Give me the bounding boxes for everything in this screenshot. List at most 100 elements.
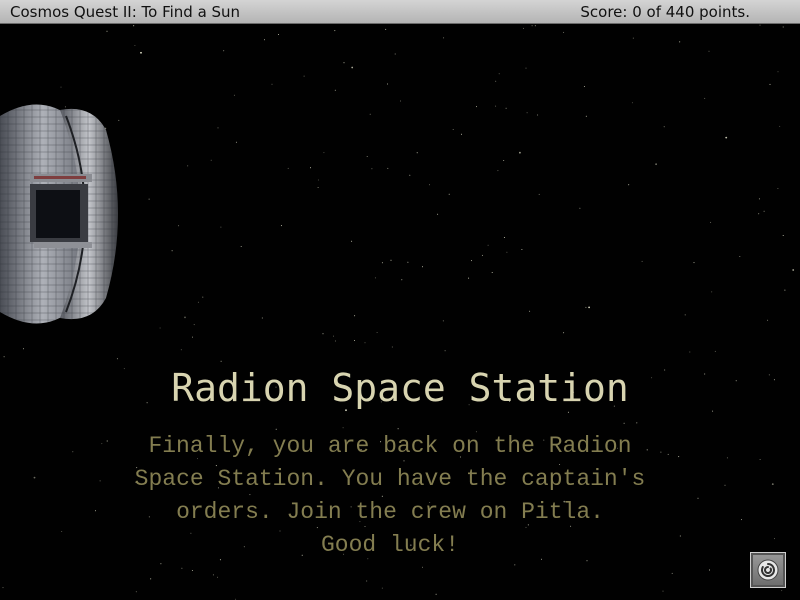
star bbox=[366, 580, 368, 582]
spiral-menu-icon bbox=[757, 559, 779, 581]
star bbox=[148, 198, 150, 200]
star bbox=[491, 272, 493, 273]
star bbox=[771, 483, 774, 485]
star bbox=[191, 570, 193, 571]
star bbox=[376, 332, 378, 333]
star bbox=[240, 246, 242, 247]
star bbox=[202, 296, 204, 298]
star bbox=[777, 188, 779, 189]
star bbox=[342, 427, 344, 429]
star bbox=[521, 249, 523, 250]
star bbox=[322, 333, 324, 335]
game-menu-button[interactable] bbox=[750, 552, 786, 588]
star bbox=[712, 410, 714, 412]
star bbox=[187, 165, 189, 167]
star bbox=[23, 348, 24, 350]
star bbox=[641, 260, 643, 262]
star bbox=[782, 26, 784, 28]
star bbox=[287, 167, 289, 169]
star bbox=[351, 66, 354, 69]
star bbox=[150, 578, 152, 580]
star bbox=[354, 340, 355, 341]
star bbox=[725, 136, 728, 139]
star bbox=[106, 30, 108, 32]
star bbox=[180, 349, 182, 351]
star bbox=[261, 317, 263, 319]
star bbox=[663, 126, 665, 128]
star bbox=[271, 83, 273, 85]
star bbox=[632, 37, 634, 39]
star bbox=[631, 102, 633, 104]
star bbox=[726, 457, 728, 459]
star bbox=[708, 50, 710, 52]
star bbox=[369, 113, 371, 115]
star bbox=[781, 590, 783, 592]
star bbox=[519, 151, 521, 154]
star bbox=[452, 129, 454, 130]
star bbox=[497, 170, 499, 172]
star bbox=[371, 168, 373, 170]
star bbox=[364, 342, 366, 344]
star bbox=[724, 484, 726, 486]
title-bar: Cosmos Quest II: To Find a Sun Score: 0 … bbox=[0, 0, 800, 24]
star bbox=[429, 184, 430, 186]
narration-line: Space Station. You have the captain's bbox=[134, 466, 646, 492]
star bbox=[671, 572, 673, 574]
star bbox=[391, 346, 393, 348]
star bbox=[739, 256, 741, 257]
star bbox=[495, 105, 497, 107]
star bbox=[210, 159, 212, 161]
star bbox=[220, 226, 222, 228]
star bbox=[505, 107, 507, 109]
star bbox=[310, 167, 311, 169]
star bbox=[217, 576, 218, 578]
star bbox=[385, 28, 387, 30]
star bbox=[758, 198, 760, 200]
star bbox=[476, 106, 477, 108]
star bbox=[160, 563, 162, 565]
star bbox=[583, 86, 585, 87]
star bbox=[526, 112, 528, 114]
star bbox=[710, 221, 712, 223]
star bbox=[334, 30, 336, 32]
star bbox=[779, 125, 781, 127]
star bbox=[400, 100, 401, 102]
star bbox=[534, 25, 536, 27]
narration-line: Finally, you are back on the Radion bbox=[148, 433, 632, 459]
star bbox=[495, 80, 497, 82]
star bbox=[481, 254, 483, 256]
star bbox=[303, 75, 305, 77]
star bbox=[759, 459, 761, 460]
star bbox=[503, 160, 505, 161]
star bbox=[116, 358, 118, 360]
star bbox=[422, 266, 423, 268]
star bbox=[759, 24, 761, 26]
star bbox=[679, 41, 681, 43]
star bbox=[416, 152, 418, 154]
star bbox=[588, 306, 590, 309]
star bbox=[394, 53, 396, 55]
star bbox=[220, 360, 222, 362]
star bbox=[381, 262, 383, 264]
star bbox=[323, 152, 325, 154]
star bbox=[334, 89, 336, 91]
star bbox=[184, 316, 186, 319]
star bbox=[655, 163, 657, 166]
score-display: Score: 0 of 440 points. bbox=[580, 3, 750, 21]
star bbox=[235, 141, 237, 143]
star bbox=[334, 340, 336, 342]
star bbox=[181, 567, 183, 569]
star bbox=[538, 193, 540, 195]
star bbox=[280, 225, 282, 227]
star bbox=[471, 260, 472, 262]
star bbox=[381, 587, 383, 589]
star bbox=[140, 51, 142, 54]
star bbox=[523, 27, 524, 29]
star bbox=[422, 566, 423, 568]
star bbox=[212, 574, 214, 576]
star bbox=[628, 184, 630, 186]
game-viewport[interactable]: Cosmos Quest II: To Find a Sun Score: 0 … bbox=[0, 0, 800, 600]
star bbox=[531, 25, 533, 27]
star bbox=[498, 73, 500, 75]
star bbox=[525, 67, 527, 69]
